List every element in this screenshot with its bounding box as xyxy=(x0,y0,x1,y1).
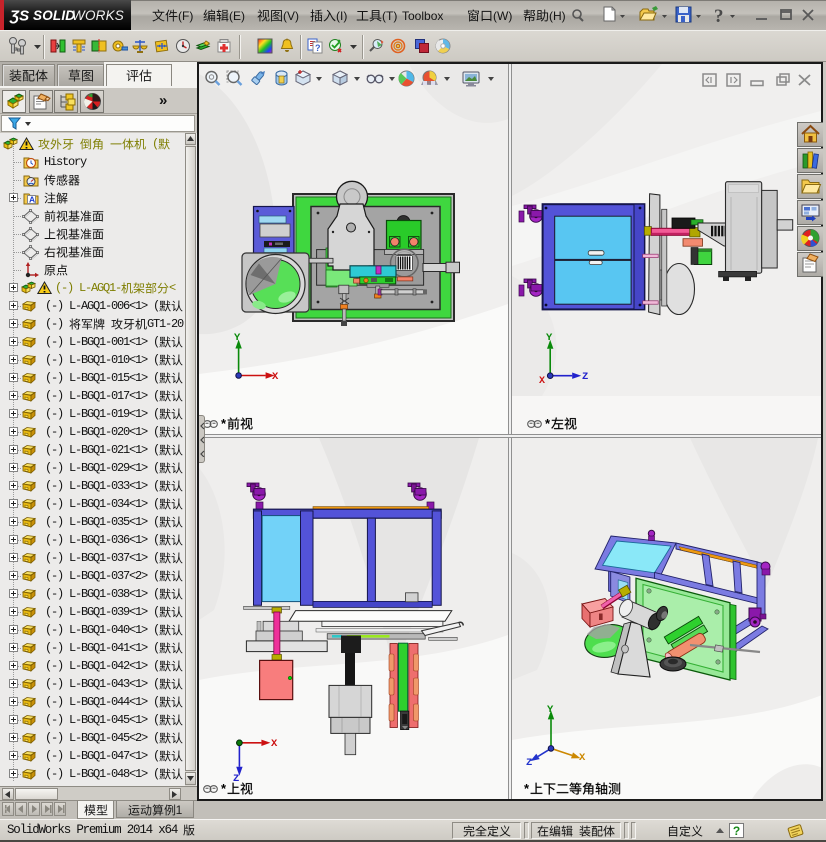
svg-text:WORKS: WORKS xyxy=(72,8,124,23)
svg-text:A: A xyxy=(29,195,35,205)
svg-text:?: ? xyxy=(714,6,724,27)
svg-text:Y: Y xyxy=(546,332,553,344)
svg-text:X: X xyxy=(539,376,545,387)
svg-text:Y: Y xyxy=(547,704,554,716)
svg-text:Z: Z xyxy=(526,757,532,769)
svg-text:X: X xyxy=(272,371,279,383)
svg-text:?: ? xyxy=(315,43,321,53)
svg-text:X: X xyxy=(271,738,278,750)
svg-text:ƷS: ƷS xyxy=(9,8,29,25)
svg-text:Y: Y xyxy=(234,332,241,344)
svg-text:Z: Z xyxy=(582,371,588,383)
svg-text:SOLID: SOLID xyxy=(33,8,75,23)
svg-text:X: X xyxy=(579,752,586,764)
